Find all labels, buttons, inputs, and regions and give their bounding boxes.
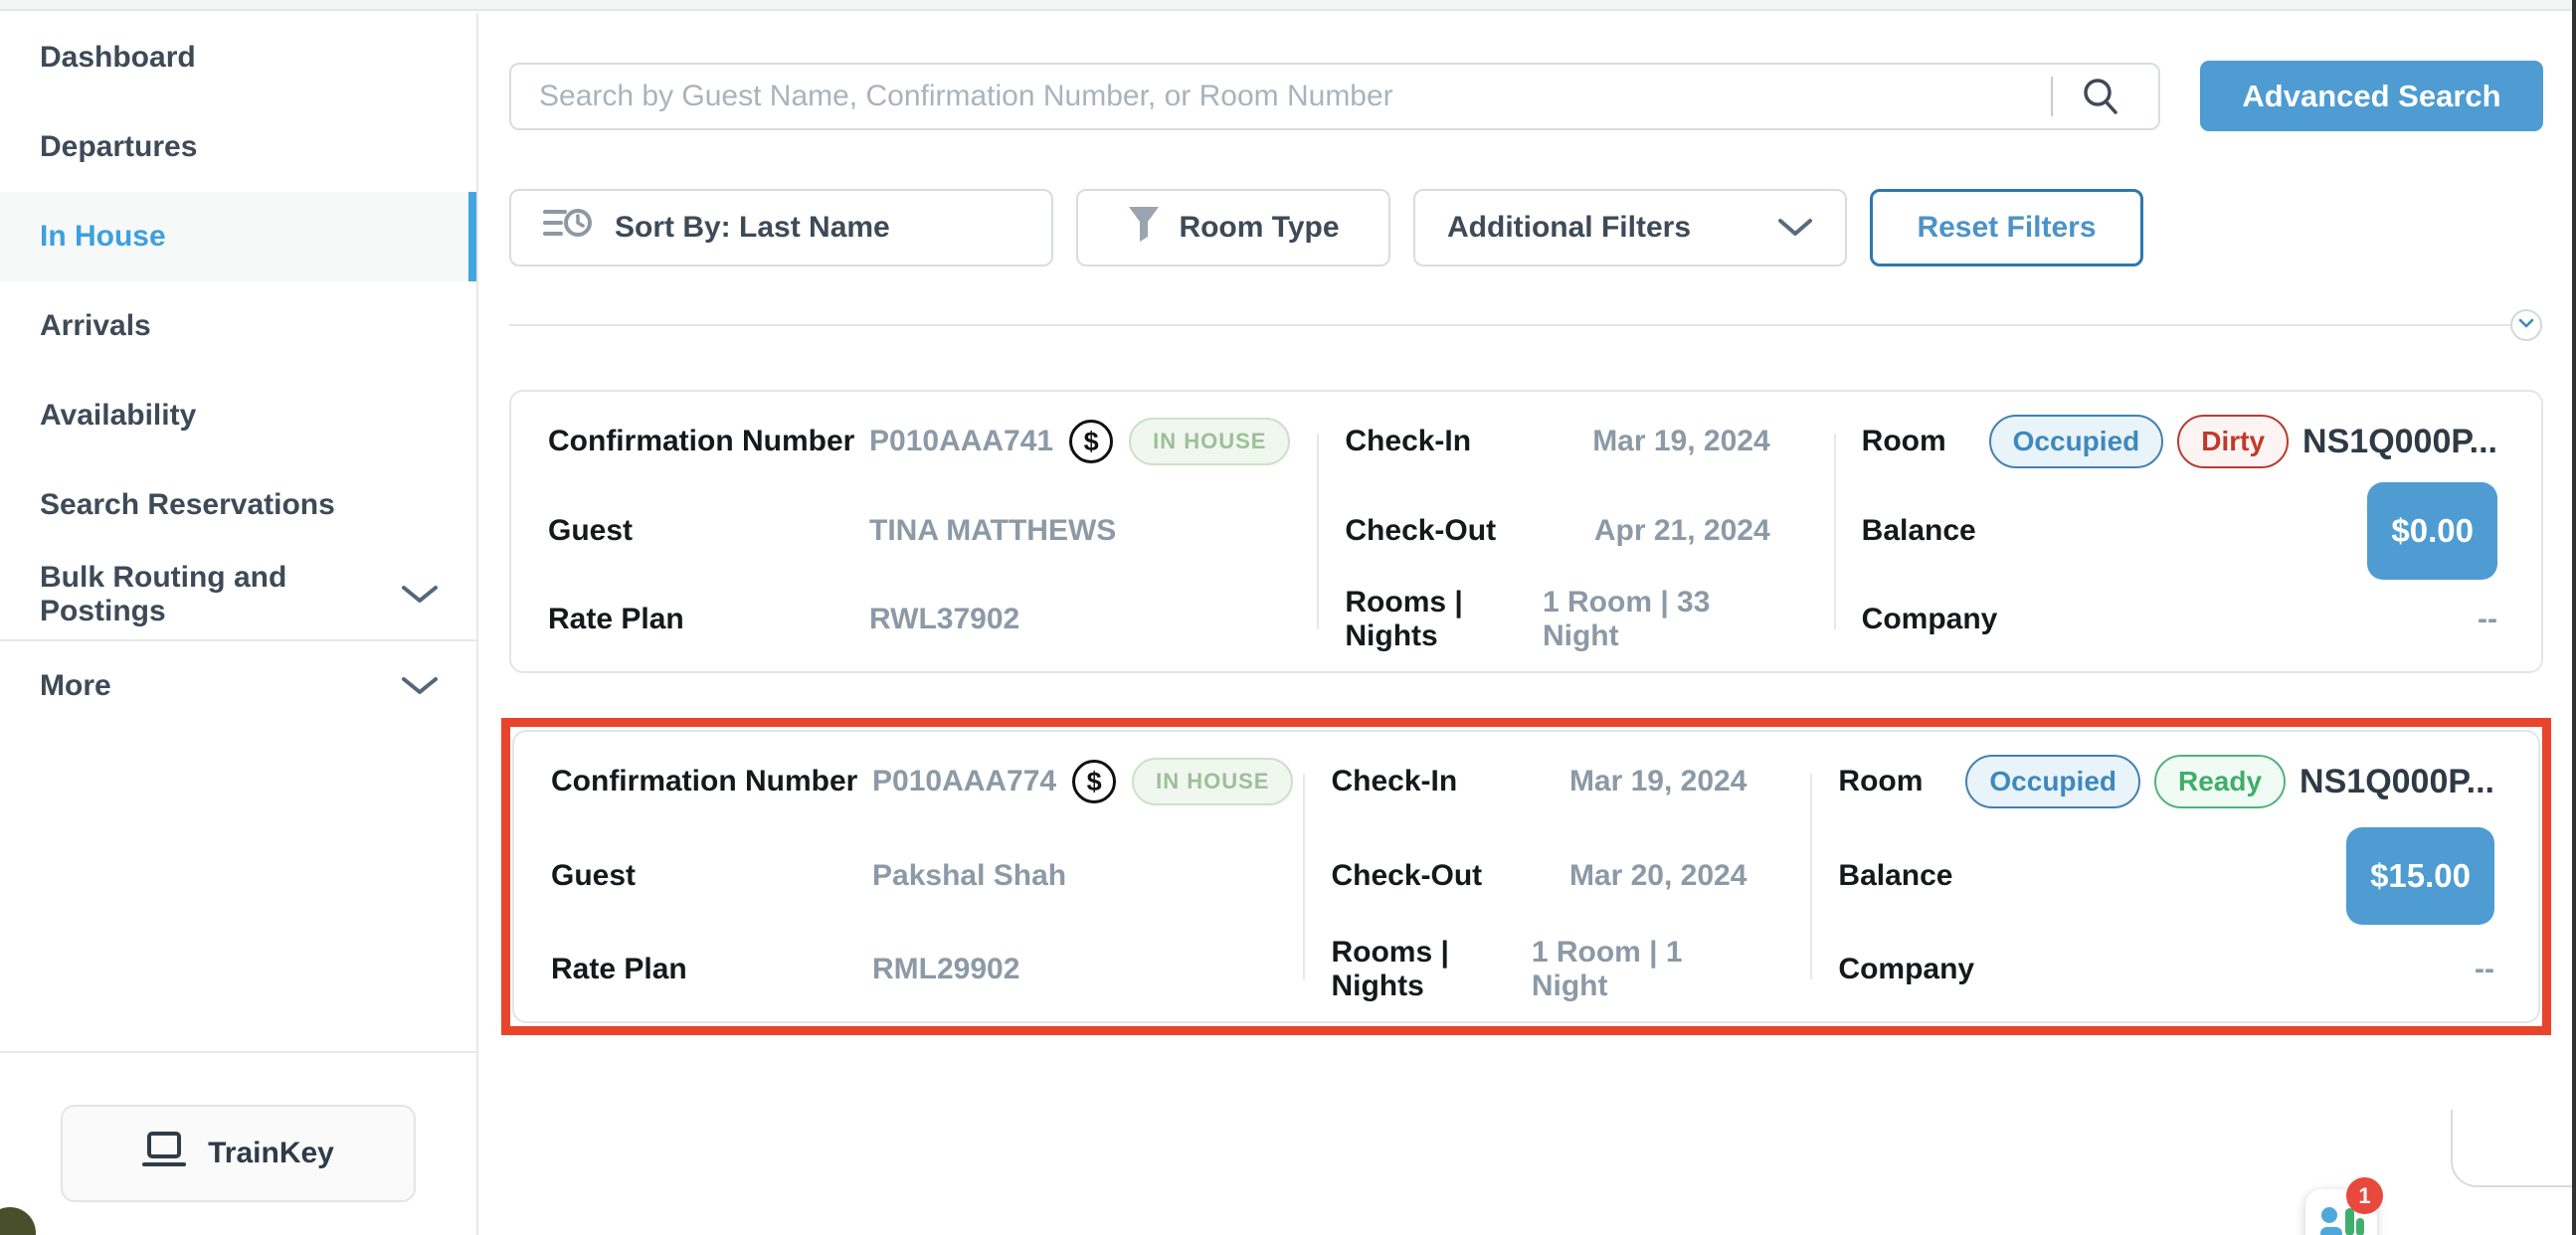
company-value: -- — [2478, 603, 2497, 636]
occupancy-badge: Occupied — [1965, 755, 2140, 808]
in-house-status-badge: IN HOUSE — [1132, 758, 1293, 805]
dollar-circle-icon[interactable]: $ — [1069, 420, 1113, 463]
search-icon[interactable] — [2079, 75, 2122, 118]
sidebar-item-availability[interactable]: Availability — [0, 371, 476, 460]
chevron-down-icon — [401, 584, 439, 606]
sidebar-item-bulk-routing[interactable]: Bulk Routing and Postings — [0, 550, 476, 639]
cutoff-widget-panel — [2451, 1110, 2574, 1187]
sidebar-item-label: Availability — [40, 399, 196, 433]
balance-button[interactable]: $15.00 — [2346, 827, 2494, 925]
sidebar-item-more[interactable]: More — [0, 641, 476, 731]
company-value: -- — [2475, 953, 2494, 986]
confirmation-number-value: P010AAA741 — [869, 425, 1053, 458]
sidebar-item-label: Departures — [40, 130, 197, 164]
trainkey-label: TrainKey — [208, 1137, 334, 1170]
company-label: Company — [1862, 603, 1989, 636]
dollar-circle-icon[interactable]: $ — [1072, 760, 1116, 803]
sort-clock-icon — [543, 204, 595, 252]
rate-plan-value: RML29902 — [872, 953, 1019, 986]
sort-by-button[interactable]: Sort By: Last Name — [509, 189, 1053, 266]
additional-filters-dropdown[interactable]: Additional Filters — [1413, 189, 1847, 266]
trainkey-button[interactable]: TrainKey — [61, 1105, 416, 1202]
sidebar-footer: TrainKey — [0, 1051, 476, 1235]
sidebar-item-label: In House — [40, 220, 166, 254]
sidebar-item-in-house[interactable]: In House — [0, 192, 476, 281]
check-in-label: Check-In — [1345, 425, 1471, 458]
guest-name: TINA MATTHEWS — [869, 514, 1116, 548]
room-label: Room — [1862, 425, 1989, 458]
in-house-page: Dashboard Departures In House Arrivals A… — [0, 0, 2576, 1235]
company-label: Company — [1838, 953, 1965, 986]
room-number: NS1Q000P... — [2300, 763, 2494, 801]
guest-label: Guest — [548, 514, 869, 548]
check-out-label: Check-Out — [1345, 514, 1496, 548]
sidebar-item-label: More — [40, 669, 111, 703]
search-bar — [509, 63, 2160, 130]
sidebar-item-departures[interactable]: Departures — [0, 102, 476, 192]
in-house-status-badge: IN HOUSE — [1129, 418, 1290, 465]
search-input[interactable] — [509, 63, 2160, 130]
sidebar-item-label: Arrivals — [40, 309, 151, 343]
card-guest-section: Confirmation Number P010AAA741 $ IN HOUS… — [511, 392, 1317, 671]
search-divider — [2051, 77, 2053, 116]
reset-filters-button[interactable]: Reset Filters — [1870, 189, 2143, 266]
balance-label: Balance — [1838, 859, 1965, 893]
card-stay-section: Check-In Mar 19, 2024 Check-Out Apr 21, … — [1317, 392, 1833, 671]
sidebar-nav: Dashboard Departures In House Arrivals A… — [0, 13, 478, 1235]
section-divider — [509, 324, 2510, 326]
additional-filters-label: Additional Filters — [1447, 211, 1691, 245]
screen-edge-strip — [2572, 0, 2576, 1235]
sidebar-item-arrivals[interactable]: Arrivals — [0, 281, 476, 371]
room-label: Room — [1838, 765, 1965, 798]
sidebar-item-dashboard[interactable]: Dashboard — [0, 13, 476, 102]
rooms-nights-value: 1 Room | 1 Night — [1532, 936, 1748, 1003]
confirmation-number-label: Confirmation Number — [548, 425, 869, 458]
occupancy-badge: Occupied — [1989, 415, 2164, 468]
card-stay-section: Check-In Mar 19, 2024 Check-Out Mar 20, … — [1303, 732, 1810, 1021]
reservation-card[interactable]: Confirmation Number P010AAA774 $ IN HOUS… — [512, 730, 2540, 1023]
chevron-down-icon — [401, 675, 439, 697]
rate-plan-label: Rate Plan — [551, 953, 872, 986]
reservation-card[interactable]: Confirmation Number P010AAA741 $ IN HOUS… — [509, 390, 2543, 673]
sort-by-label: Sort By: Last Name — [615, 211, 890, 245]
rooms-nights-label: Rooms | Nights — [1345, 586, 1543, 653]
top-window-strip — [0, 0, 2576, 11]
sidebar-item-search-reservations[interactable]: Search Reservations — [0, 460, 476, 550]
sidebar-item-label: Dashboard — [40, 41, 196, 75]
guest-name: Pakshal Shah — [872, 859, 1066, 893]
check-out-date: Apr 21, 2024 — [1594, 514, 1770, 548]
laptop-icon — [142, 1131, 186, 1176]
check-in-date: Mar 19, 2024 — [1569, 765, 1747, 798]
card-room-section: Room Occupied Ready NS1Q000P... Balance … — [1810, 732, 2538, 1021]
balance-label: Balance — [1862, 514, 1989, 548]
rooms-nights-value: 1 Room | 33 Night — [1543, 586, 1770, 653]
sidebar-item-label: Search Reservations — [40, 488, 335, 522]
advanced-search-button[interactable]: Advanced Search — [2200, 61, 2543, 131]
card-room-section: Room Occupied Dirty NS1Q000P... Balance … — [1834, 392, 2541, 671]
balance-button[interactable]: $0.00 — [2367, 482, 2497, 580]
chevron-down-icon — [2518, 316, 2534, 334]
rate-plan-label: Rate Plan — [548, 603, 869, 636]
guest-label: Guest — [551, 859, 872, 893]
rate-plan-value: RWL37902 — [869, 603, 1019, 636]
card-guest-section: Confirmation Number P010AAA774 $ IN HOUS… — [514, 732, 1303, 1021]
check-out-date: Mar 20, 2024 — [1569, 859, 1747, 893]
highlight-border: Confirmation Number P010AAA774 $ IN HOUS… — [501, 718, 2551, 1035]
housekeeping-badge: Dirty — [2177, 415, 2289, 468]
room-number: NS1Q000P... — [2302, 423, 2497, 461]
check-in-date: Mar 19, 2024 — [1592, 425, 1769, 458]
confirmation-number-value: P010AAA774 — [872, 765, 1056, 798]
check-out-label: Check-Out — [1331, 859, 1482, 893]
housekeeping-badge: Ready — [2154, 755, 2286, 808]
rooms-nights-label: Rooms | Nights — [1331, 936, 1531, 1003]
room-type-filter-button[interactable]: Room Type — [1076, 189, 1390, 266]
confirmation-number-label: Confirmation Number — [551, 765, 872, 798]
room-type-label: Room Type — [1179, 211, 1339, 245]
collapse-toggle[interactable] — [2510, 309, 2542, 341]
check-in-label: Check-In — [1331, 765, 1457, 798]
funnel-icon — [1127, 205, 1161, 251]
sidebar-item-label: Bulk Routing and Postings — [40, 561, 401, 628]
chevron-down-icon — [1777, 217, 1813, 239]
notification-badge: 1 — [2346, 1177, 2383, 1214]
